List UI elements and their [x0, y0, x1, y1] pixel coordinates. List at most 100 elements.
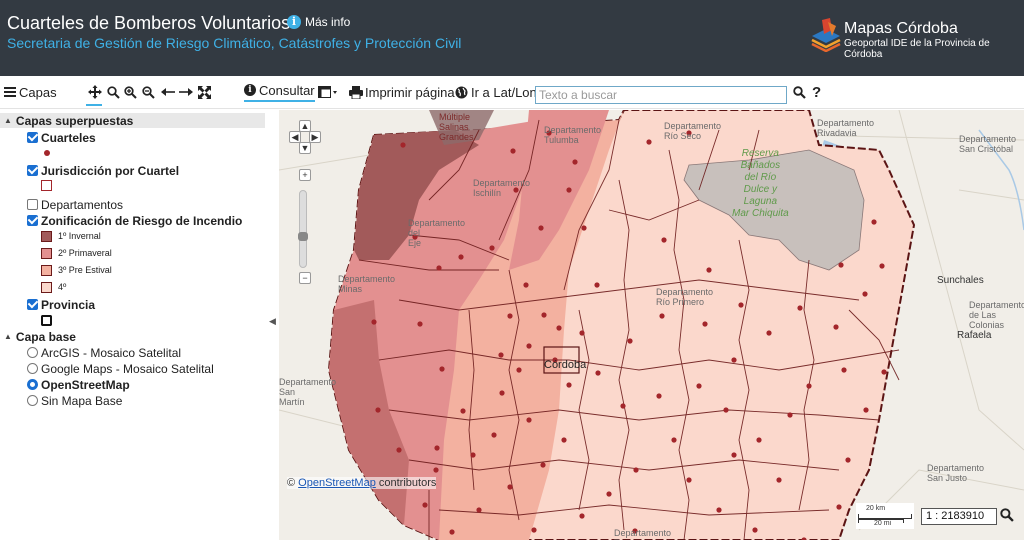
legend-zone-2: 2º Primaveral	[41, 247, 112, 259]
layer-label: Provincia	[41, 297, 96, 312]
label-depto-rio-seco: Departamento Río Seco	[664, 121, 722, 141]
legend-zone-3: 3º Pre Estival	[41, 264, 112, 276]
layout-icon	[318, 86, 337, 98]
layout-dropdown-button[interactable]	[318, 82, 338, 102]
base-osm[interactable]: OpenStreetMap	[27, 377, 130, 392]
globe-icon	[455, 86, 468, 98]
header: Cuarteles de Bomberos Voluntarios Secret…	[0, 0, 1024, 76]
mapas-cordoba-logo-icon	[811, 18, 841, 53]
overlay-section-header[interactable]: ▲ Capas superpuestas	[0, 113, 265, 128]
pan-down-button[interactable]: ▼	[299, 142, 311, 154]
scale-value-box[interactable]: 1 : 2183910	[921, 508, 997, 525]
label-reserva: Reserva Bañados del Río Dulce y Laguna M…	[732, 148, 789, 219]
label-depto-cruz-del-eje: Departamento del Eje	[408, 218, 466, 248]
map-view[interactable]: Múltiple Salinas Grandes Reserva Bañados…	[279, 110, 1024, 540]
zoom-out-map-button[interactable]: −	[299, 272, 311, 284]
logo-title: Mapas Córdoba	[844, 20, 958, 37]
label-depto-castellanos: Departamento de Las Colonias	[969, 300, 1024, 330]
base-radio[interactable]	[27, 363, 38, 374]
label-depto-san-justo: Departamento San Justo	[927, 463, 985, 483]
pan-right-button[interactable]: ▶	[309, 131, 321, 143]
layer-label: Cuarteles	[41, 130, 96, 145]
print-label: Imprimir página	[365, 84, 455, 100]
arrow-left-icon	[161, 88, 175, 96]
logo[interactable]: Mapas Córdoba Geoportal IDE de la Provin…	[808, 16, 1018, 60]
layer-cuarteles[interactable]: Cuarteles	[27, 130, 96, 145]
go-to-latlon-button[interactable]: Ir a Lat/Lon	[455, 82, 537, 102]
label-depto-rivadavia: Departamento Rivadavia	[817, 118, 875, 138]
label-depto-tulumba: Departamento Tulumba	[544, 125, 602, 145]
zoom-in-button[interactable]	[124, 82, 137, 102]
map-attribution: © OpenStreetMap contributors	[287, 477, 437, 489]
base-radio[interactable]	[27, 347, 38, 358]
layers-toggle-label: Capas	[19, 84, 57, 100]
base-section-header[interactable]: ▲ Capa base	[0, 329, 265, 344]
base-label: Google Maps - Mosaico Satelital	[41, 361, 214, 376]
layers-toggle-button[interactable]: Capas	[4, 82, 57, 102]
base-google[interactable]: Google Maps - Mosaico Satelital	[27, 361, 214, 376]
base-arcgis[interactable]: ArcGIS - Mosaico Satelital	[27, 345, 181, 360]
pan-button[interactable]	[88, 82, 102, 102]
pan-arrows-icon	[88, 85, 102, 99]
print-button[interactable]: Imprimir página	[349, 82, 455, 102]
pan-active-indicator	[86, 104, 102, 106]
layer-label: Jurisdicción por Cuartel	[41, 163, 180, 178]
base-radio[interactable]	[27, 379, 38, 390]
logo-subtitle: Geoportal IDE de la Provincia de Córdoba	[844, 38, 990, 60]
collapse-panel-button[interactable]: ◀	[269, 316, 276, 327]
search-input[interactable]	[535, 86, 787, 104]
layer-zonificacion[interactable]: Zonificación de Riesgo de Incendio	[27, 213, 242, 228]
legend-label: 2º Primaveral	[58, 248, 112, 258]
hamburger-icon	[4, 87, 16, 97]
base-none[interactable]: Sin Mapa Base	[27, 393, 122, 408]
base-radio[interactable]	[27, 395, 38, 406]
app-window: Cuarteles de Bomberos Voluntarios Secret…	[0, 0, 1024, 540]
help-button[interactable]: ?	[812, 82, 821, 102]
previous-extent-button[interactable]	[161, 82, 175, 102]
layer-checkbox[interactable]	[27, 132, 38, 143]
zoom-out-button[interactable]	[142, 82, 155, 102]
search-icon	[1000, 508, 1014, 522]
zoom-slider[interactable]	[299, 190, 307, 268]
collapse-triangle-icon: ▲	[4, 116, 12, 125]
layer-jurisdiccion[interactable]: Jurisdicción por Cuartel	[27, 163, 179, 178]
overlay-section-title: Capas superpuestas	[15, 113, 134, 128]
label-sunchales: Sunchales	[937, 275, 984, 286]
attribution-text: contributors	[375, 477, 437, 489]
info-icon: i	[287, 15, 301, 29]
label-depto-san-martin: Departamento San Martín	[279, 377, 337, 407]
osm-attribution-link[interactable]: OpenStreetMap	[298, 477, 376, 489]
full-extent-button[interactable]	[198, 82, 211, 102]
scale-mi-label: 20 mi	[874, 520, 892, 527]
zoom-slider-handle[interactable]	[298, 232, 308, 241]
jurisdiction-polygon-symbol	[41, 180, 52, 191]
layers-panel: ▲ Capas superpuestas Cuarteles Jurisdicc…	[0, 110, 267, 540]
province-boundary-symbol	[41, 315, 52, 326]
more-info-link[interactable]: i Más info	[287, 15, 350, 29]
printer-icon	[349, 85, 363, 99]
label-depto-ischilin: Departamento Ischilín	[473, 178, 531, 198]
scale-search-button[interactable]	[1000, 508, 1014, 522]
label-depto-tercero: Departamento Tercero	[614, 528, 672, 540]
search-button[interactable]	[793, 82, 806, 102]
layer-checkbox[interactable]	[27, 199, 38, 210]
scale-bar: 20 km 20 mi	[856, 503, 914, 529]
layer-label: Zonificación de Riesgo de Incendio	[41, 213, 243, 228]
copyright-symbol: ©	[287, 477, 296, 489]
legend-swatch	[41, 281, 52, 293]
zoom-box-button[interactable]	[107, 82, 120, 102]
layer-checkbox[interactable]	[27, 165, 38, 176]
label-cordoba: Córdoba	[544, 359, 587, 371]
layer-checkbox[interactable]	[27, 299, 38, 310]
zoom-in-map-button[interactable]: +	[299, 169, 311, 181]
consultar-label: Consultar	[259, 82, 315, 98]
legend-swatch	[41, 230, 52, 242]
label-depto-minas: Departamento Minas	[338, 274, 396, 294]
layer-departamentos[interactable]: Departamentos	[27, 197, 123, 212]
layer-provincia[interactable]: Provincia	[27, 297, 95, 312]
legend-swatch	[41, 264, 52, 276]
magnifier-icon	[107, 85, 120, 99]
consultar-button[interactable]: i Consultar	[244, 82, 315, 102]
next-extent-button[interactable]	[179, 82, 193, 102]
layer-checkbox[interactable]	[27, 215, 38, 226]
